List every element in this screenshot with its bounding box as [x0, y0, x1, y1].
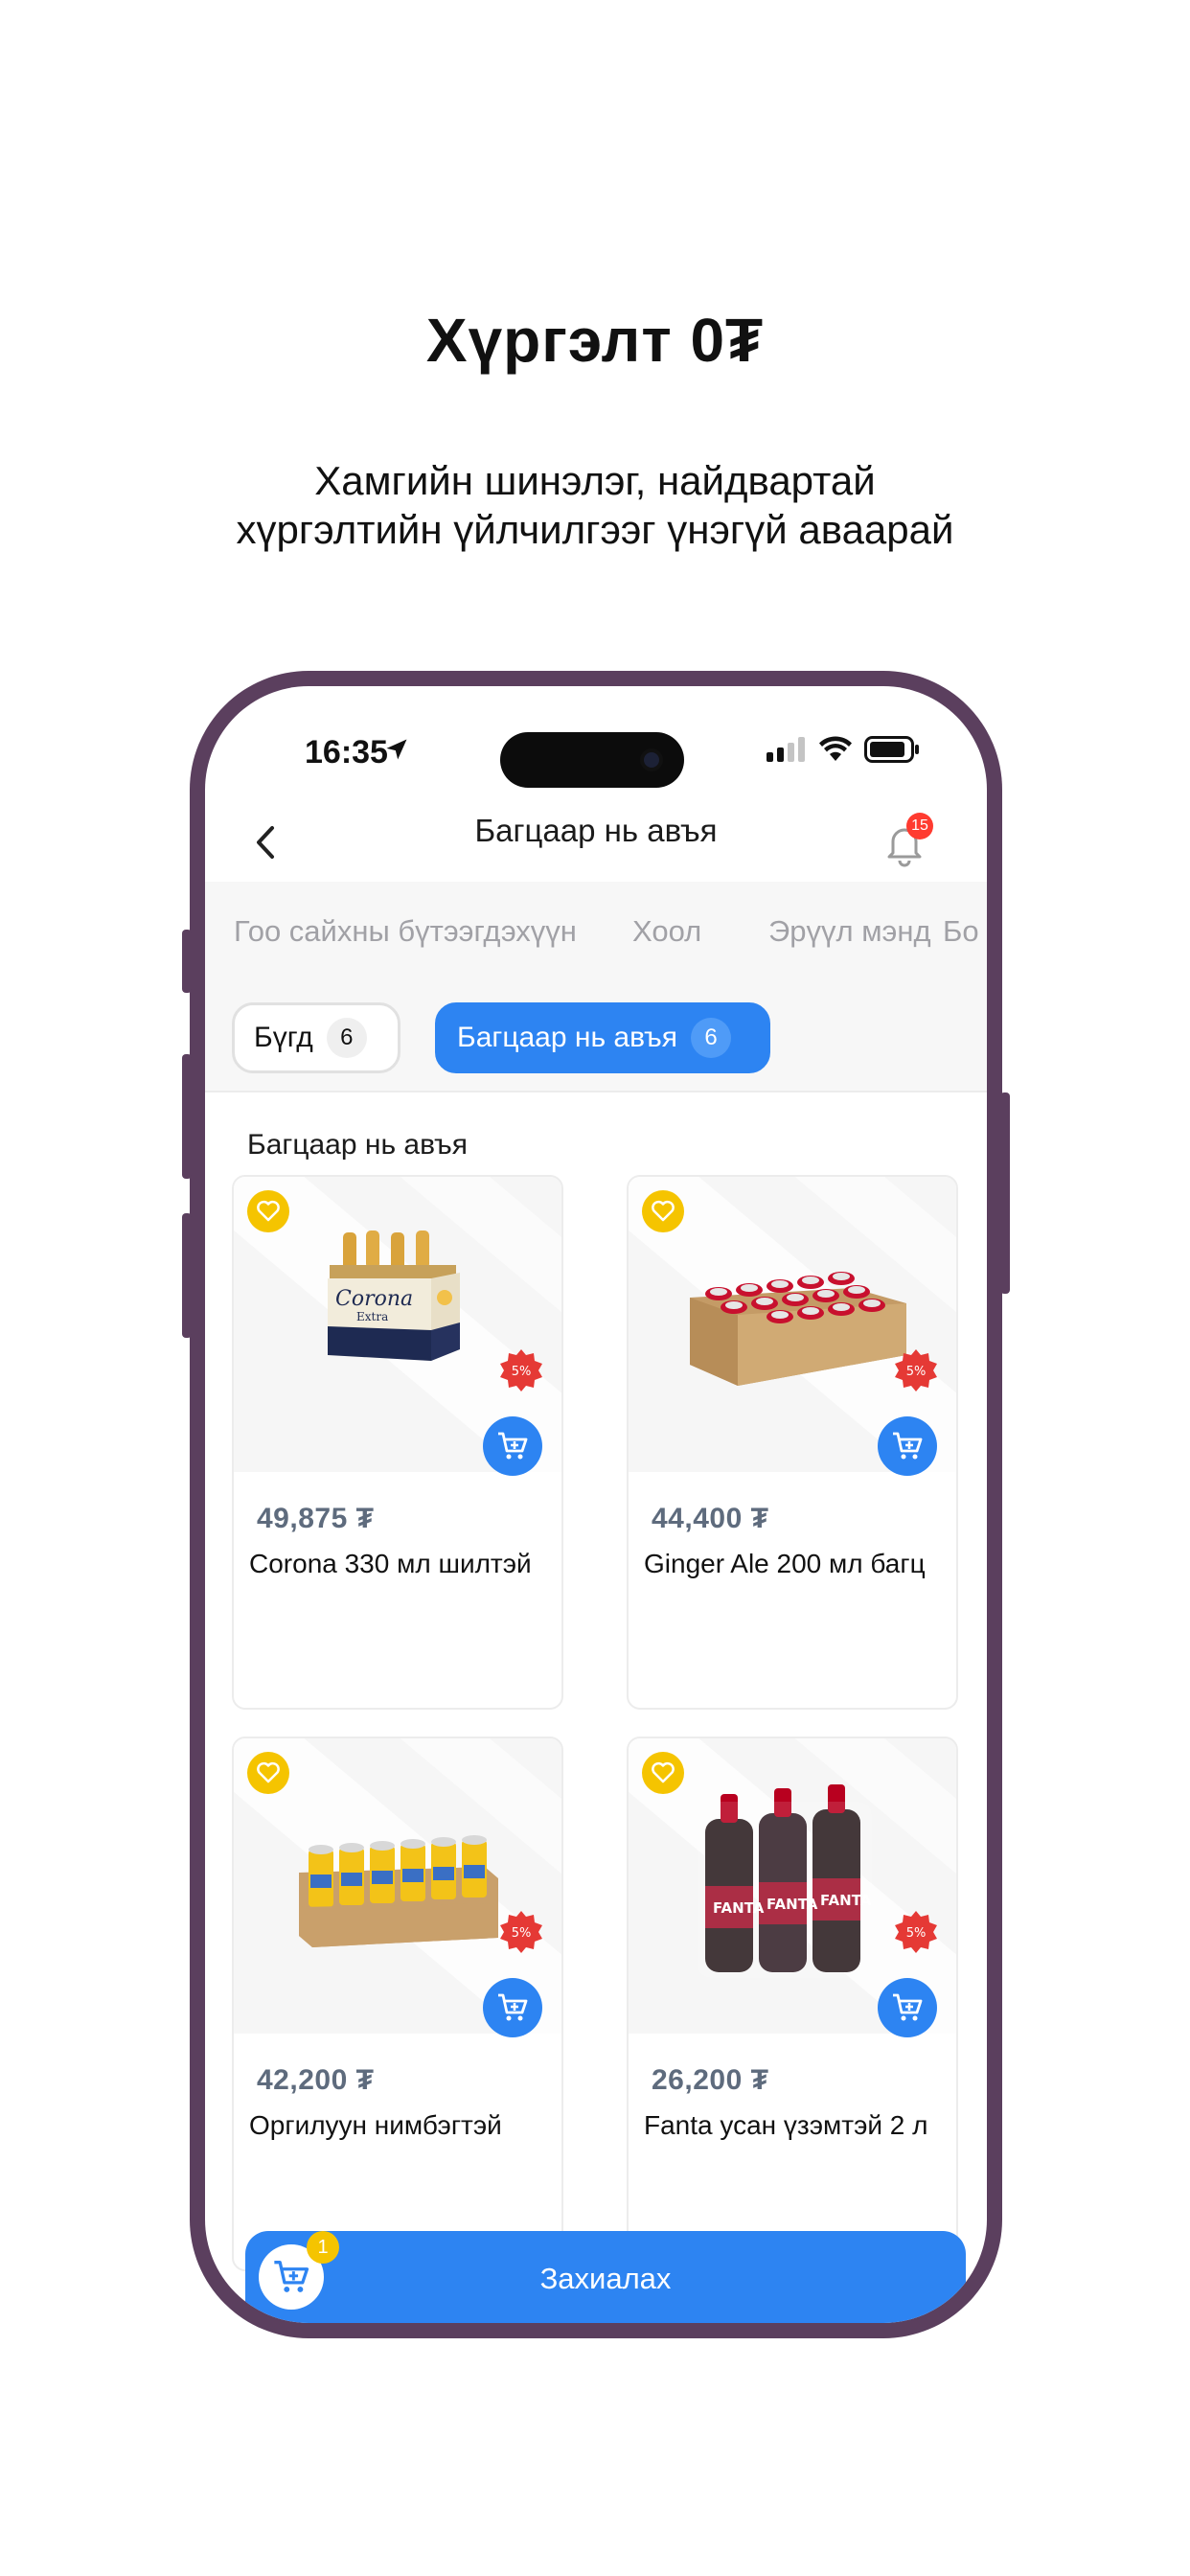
app-screen: 16:35 Багцаар нь авъя 15 Гоо сайхны бүтэ… [205, 686, 987, 2323]
order-button[interactable]: 1 Захиалах [245, 2231, 966, 2323]
status-icons [767, 736, 920, 763]
heart-icon [652, 1761, 675, 1783]
product-name: Ginger Ale 200 мл багц [644, 1549, 926, 1578]
discount-badge: 5% [895, 1349, 937, 1392]
section-title: Багцаар нь авъя [247, 1129, 469, 1161]
filter-row: Бүгд 6 Багцаар нь авъя 6 [205, 981, 987, 1092]
discount-badge: 5% [895, 1911, 937, 1953]
product-price: 49,875 ₮ [257, 1503, 375, 1534]
discount-text: 5% [512, 1365, 532, 1379]
filter-pill-label: Бүгд [254, 1022, 313, 1053]
category-tab-beauty[interactable]: Гоо сайхны бүтээгдэхүүн [234, 914, 577, 949]
product-card[interactable]: FANTA FANTA FANTA 5% 26,200 ₮ Fanta усан… [627, 1736, 958, 2271]
filter-pill-all[interactable]: Бүгд 6 [232, 1002, 400, 1073]
product-card[interactable]: 5% 42,200 ₮ Оргилуун нимбэгтэй [232, 1736, 563, 2271]
discount-text: 5% [906, 1926, 927, 1941]
promo-subline: Хамгийн шинэлэг, найдвартай хүргэлтийн ү… [236, 458, 954, 552]
cart-plus-icon [498, 1432, 528, 1460]
category-tabs: Гоо сайхны бүтээгдэхүүн Хоол Эрүүл мэнд … [205, 882, 987, 981]
product-name: Fanta усан үзэмтэй 2 л [644, 2110, 928, 2140]
add-to-cart-button[interactable] [483, 1978, 542, 2037]
battery-icon [864, 736, 919, 763]
dynamic-island [500, 732, 684, 788]
filter-pill-count: 6 [326, 1018, 367, 1058]
filter-pill-label: Багцаар нь авъя [457, 1022, 678, 1053]
heart-icon [257, 1761, 280, 1783]
product-price: 44,400 ₮ [652, 1503, 769, 1534]
wifi-icon [819, 736, 852, 761]
signal-icon [767, 737, 805, 762]
phone-volume-down [182, 1213, 192, 1338]
cart-count-badge: 1 [307, 2231, 339, 2264]
discount-text: 5% [512, 1926, 532, 1941]
heart-icon [257, 1200, 280, 1222]
product-name: Оргилуун нимбэгтэй [249, 2110, 502, 2140]
svg-text:Extra: Extra [356, 1310, 388, 1323]
product-card[interactable]: 5% 44,400 ₮ Ginger Ale 200 мл багц [627, 1175, 958, 1710]
promo-headline: Хүргэлт 0₮ [425, 306, 765, 375]
favorite-button[interactable] [642, 1190, 684, 1232]
order-button-label: Захиалах [539, 2262, 672, 2295]
corona-pack-image: Corona Extra [328, 1230, 460, 1361]
cart-plus-icon [498, 1993, 528, 2021]
notification-badge: 15 [906, 813, 933, 840]
phone-power-button [1000, 1092, 1010, 1294]
camera-icon [640, 748, 663, 771]
category-tab-health[interactable]: Эрүүл мэнд [768, 914, 931, 949]
discount-badge: 5% [500, 1911, 542, 1953]
product-price: 26,200 ₮ [652, 2064, 769, 2096]
status-time: 16:35 [305, 734, 388, 770]
location-arrow-icon [386, 739, 407, 760]
phone-volume-up [182, 1054, 192, 1179]
phone-frame: 16:35 Багцаар нь авъя 15 Гоо сайхны бүтэ… [182, 671, 1010, 2338]
page-title: Багцаар нь авъя [474, 813, 718, 848]
svg-text:Corona: Corona [335, 1287, 413, 1311]
phone-action-button [182, 930, 192, 993]
discount-badge: 5% [500, 1349, 542, 1392]
filter-pill-count: 6 [691, 1018, 732, 1058]
favorite-button[interactable] [247, 1752, 289, 1794]
add-to-cart-button[interactable] [878, 1978, 937, 2037]
product-card[interactable]: Corona Extra 5% 49,875 ₮ Corona 330 мл ш… [232, 1175, 563, 1710]
filter-pill-bundle[interactable]: Багцаар нь авъя 6 [435, 1002, 770, 1073]
category-tab-food[interactable]: Хоол [632, 914, 701, 949]
favorite-button[interactable] [642, 1752, 684, 1794]
cart-plus-icon [893, 1432, 923, 1460]
category-tab-more[interactable]: Бо [943, 914, 979, 949]
product-price: 42,200 ₮ [257, 2064, 375, 2096]
product-name: Corona 330 мл шилтэй [249, 1549, 532, 1578]
cart-plus-icon [893, 1993, 923, 2021]
heart-icon [652, 1200, 675, 1222]
notification-button[interactable]: 15 [880, 813, 933, 870]
add-to-cart-button[interactable] [878, 1416, 937, 1476]
favorite-button[interactable] [247, 1190, 289, 1232]
add-to-cart-button[interactable] [483, 1416, 542, 1476]
discount-text: 5% [906, 1365, 927, 1379]
